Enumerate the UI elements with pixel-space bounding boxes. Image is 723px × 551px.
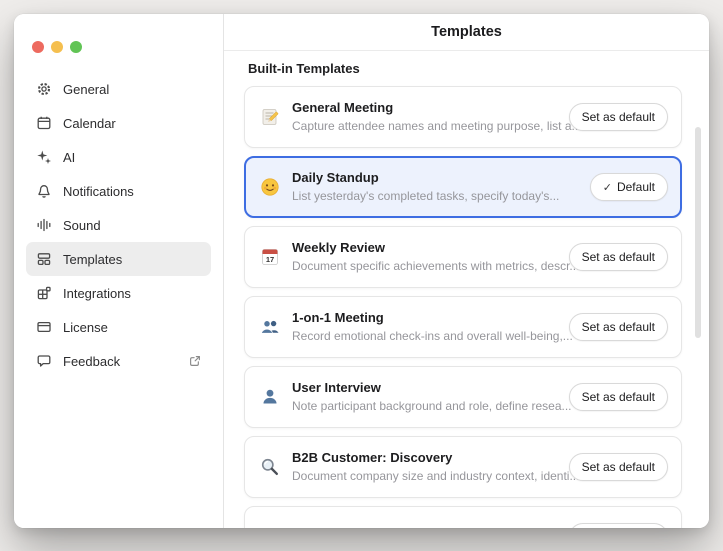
templates-content: Built-in Templates General Meeting Captu… xyxy=(224,51,709,528)
sidebar-item-label: License xyxy=(63,320,108,335)
sidebar-item-general[interactable]: General xyxy=(26,72,211,106)
sidebar-item-label: Templates xyxy=(63,252,122,267)
template-title: General Meeting xyxy=(292,100,569,116)
sidebar-item-label: Sound xyxy=(63,218,101,233)
sidebar-item-ai[interactable]: AI xyxy=(26,140,211,174)
two-people-emoji xyxy=(259,316,281,338)
calendar-17-emoji: 17 xyxy=(259,246,281,268)
sidebar-item-label: Calendar xyxy=(63,116,116,131)
person-emoji xyxy=(259,386,281,408)
set-as-default-button[interactable]: Set as default xyxy=(569,243,668,271)
section-title: Built-in Templates xyxy=(248,61,682,77)
set-as-default-button[interactable]: Set as default xyxy=(569,383,668,411)
sidebar-item-feedback[interactable]: Feedback xyxy=(26,344,211,378)
button-label: Set as default xyxy=(582,390,655,404)
template-title: B2B Customer: Pilot xyxy=(292,528,418,529)
template-card-general-meeting[interactable]: General Meeting Capture attendee names a… xyxy=(244,86,682,148)
template-card-weekly-review[interactable]: 17 Weekly Review Document specific achie… xyxy=(244,226,682,288)
external-link-icon xyxy=(188,354,202,368)
sidebar-item-integrations[interactable]: Integrations xyxy=(26,276,211,310)
gear-icon xyxy=(35,81,52,98)
main-panel: Templates Built-in Templates General Mee… xyxy=(224,14,709,528)
template-card-daily-standup[interactable]: Daily Standup List yesterday's completed… xyxy=(244,156,682,218)
template-description: Note participant background and role, de… xyxy=(292,399,569,414)
template-title: B2B Customer: Discovery xyxy=(292,450,569,466)
button-label: Set as default xyxy=(582,460,655,474)
template-title: Weekly Review xyxy=(292,240,569,256)
zoom-button[interactable] xyxy=(70,41,82,53)
settings-window: General Calendar AI Notifications Sound … xyxy=(14,14,709,528)
titlebar: Templates xyxy=(224,14,709,51)
smiley-emoji xyxy=(259,176,281,198)
scrollbar-thumb[interactable] xyxy=(695,127,701,338)
sidebar-item-label: Feedback xyxy=(63,354,120,369)
memo-emoji xyxy=(259,106,281,128)
sidebar-item-notifications[interactable]: Notifications xyxy=(26,174,211,208)
sidebar-item-label: General xyxy=(63,82,109,97)
close-button[interactable] xyxy=(32,41,44,53)
sidebar: General Calendar AI Notifications Sound … xyxy=(14,14,223,528)
button-label: Default xyxy=(617,180,655,194)
templates-grid-icon xyxy=(35,251,52,268)
button-label: Set as default xyxy=(582,110,655,124)
traffic-lights xyxy=(32,41,82,53)
check-icon: ✓ xyxy=(603,181,612,194)
template-card-1-on-1-meeting[interactable]: 1-on-1 Meeting Record emotional check-in… xyxy=(244,296,682,358)
sidebar-item-label: AI xyxy=(63,150,75,165)
sidebar-item-calendar[interactable]: Calendar xyxy=(26,106,211,140)
template-card-user-interview[interactable]: User Interview Note participant backgrou… xyxy=(244,366,682,428)
airplane-emoji xyxy=(259,526,281,528)
template-list: General Meeting Capture attendee names a… xyxy=(244,86,682,528)
sound-wave-icon xyxy=(35,217,52,234)
template-card-b2b-customer-discovery[interactable]: B2B Customer: Discovery Document company… xyxy=(244,436,682,498)
calendar-icon xyxy=(35,115,52,132)
page-title: Templates xyxy=(431,24,502,40)
template-description: Capture attendee names and meeting purpo… xyxy=(292,119,569,134)
speech-bubble-icon xyxy=(35,353,52,370)
button-label: Set as default xyxy=(582,250,655,264)
license-card-icon xyxy=(35,319,52,336)
sidebar-item-label: Integrations xyxy=(63,286,131,301)
template-card-b2b-customer-pilot[interactable]: B2B Customer: Pilot Set as default xyxy=(244,506,682,528)
sidebar-item-license[interactable]: License xyxy=(26,310,211,344)
set-as-default-button[interactable]: Set as default xyxy=(569,313,668,341)
sidebar-item-templates[interactable]: Templates xyxy=(26,242,211,276)
set-as-default-button[interactable]: Set as default xyxy=(569,103,668,131)
template-description: List yesterday's completed tasks, specif… xyxy=(292,189,559,204)
minimize-button[interactable] xyxy=(51,41,63,53)
template-title: 1-on-1 Meeting xyxy=(292,310,569,326)
sidebar-nav: General Calendar AI Notifications Sound … xyxy=(26,72,211,378)
sidebar-item-label: Notifications xyxy=(63,184,134,199)
template-title: Daily Standup xyxy=(292,170,559,186)
default-badge-button[interactable]: ✓ Default xyxy=(590,173,668,201)
svg-text:17: 17 xyxy=(266,255,274,264)
sparkles-icon xyxy=(35,149,52,166)
template-description: Record emotional check-ins and overall w… xyxy=(292,329,569,344)
template-description: Document company size and industry conte… xyxy=(292,469,569,484)
bell-icon xyxy=(35,183,52,200)
magnifier-emoji xyxy=(259,456,281,478)
set-as-default-button[interactable]: Set as default xyxy=(569,523,668,528)
set-as-default-button[interactable]: Set as default xyxy=(569,453,668,481)
sidebar-item-sound[interactable]: Sound xyxy=(26,208,211,242)
button-label: Set as default xyxy=(582,320,655,334)
integrations-blocks-icon xyxy=(35,285,52,302)
template-description: Document specific achievements with metr… xyxy=(292,259,569,274)
template-title: User Interview xyxy=(292,380,569,396)
